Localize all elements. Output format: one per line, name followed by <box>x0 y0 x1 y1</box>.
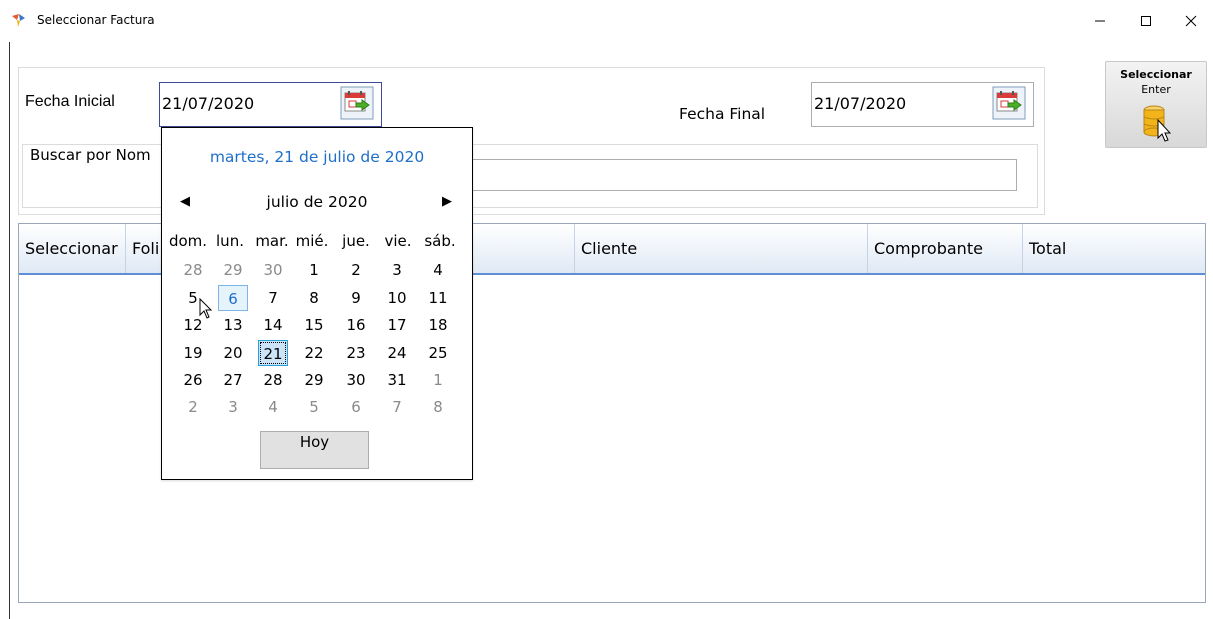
calendar-day[interactable]: 27 <box>218 367 248 393</box>
calendar-day[interactable]: 22 <box>299 340 329 366</box>
column-header-seleccionar[interactable]: Seleccionar <box>19 224 126 273</box>
buscar-label: Buscar por Nom <box>30 146 153 164</box>
calendar-day[interactable]: 3 <box>382 257 412 283</box>
seleccionar-button-shortcut: Enter <box>1141 83 1171 96</box>
calendar-dropdown-icon[interactable] <box>992 86 1026 120</box>
calendar-month-label[interactable]: julio de 2020 <box>162 193 472 211</box>
calendar-day[interactable]: 24 <box>382 340 412 366</box>
calendar-day[interactable]: 10 <box>382 285 412 311</box>
day-of-week-label: vie. <box>384 232 412 250</box>
fecha-inicial-value[interactable]: 21/07/2020 <box>162 94 254 113</box>
column-header-cliente[interactable]: Cliente <box>575 224 868 273</box>
day-of-week-label: sáb. <box>424 232 456 250</box>
fecha-inicial-label: Fecha Inicial <box>25 93 115 110</box>
calendar-day[interactable]: 13 <box>218 312 248 338</box>
calendar-day[interactable]: 16 <box>341 312 371 338</box>
calendar-day[interactable]: 30 <box>341 367 371 393</box>
calendar-day[interactable]: 23 <box>341 340 371 366</box>
calendar-day[interactable]: 15 <box>299 312 329 338</box>
maximize-icon <box>1141 16 1151 26</box>
calendar-day[interactable]: 1 <box>423 367 453 393</box>
column-header-total[interactable]: Total <box>1023 224 1205 273</box>
fecha-final-label: Fecha Final <box>679 105 766 123</box>
app-icon <box>12 14 25 27</box>
calendar-day[interactable]: 4 <box>258 394 288 420</box>
calendar-day[interactable]: 14 <box>258 312 288 338</box>
calendar-day[interactable]: 2 <box>341 257 371 283</box>
calendar-day[interactable]: 20 <box>218 340 248 366</box>
calendar-day[interactable]: 4 <box>423 257 453 283</box>
day-of-week-label: mar. <box>255 232 289 250</box>
calendar-day[interactable]: 5 <box>299 394 329 420</box>
calendar-day[interactable]: 7 <box>258 285 288 311</box>
calendar-day[interactable]: 11 <box>423 285 453 311</box>
column-header-comprobante[interactable]: Comprobante <box>868 224 1023 273</box>
maximize-button[interactable] <box>1123 0 1169 42</box>
calendar-day[interactable]: 31 <box>382 367 412 393</box>
seleccionar-button-label: Seleccionar <box>1120 68 1192 81</box>
calendar-day[interactable]: 28 <box>178 257 208 283</box>
calendar-day[interactable]: 8 <box>299 285 329 311</box>
hoy-button[interactable]: Hoy <box>260 431 369 469</box>
calendar-day[interactable]: 19 <box>178 340 208 366</box>
calendar-day[interactable]: 26 <box>178 367 208 393</box>
day-of-week-label: dom. <box>168 232 208 250</box>
calendar-day[interactable]: 21 <box>258 340 288 366</box>
seleccionar-button[interactable]: Seleccionar Enter <box>1105 61 1207 148</box>
day-of-week-label: mié. <box>295 232 329 250</box>
calendar-dropdown-icon[interactable] <box>340 86 374 120</box>
calendar-day[interactable]: 9 <box>341 285 371 311</box>
database-select-icon <box>1143 105 1172 142</box>
window-left-border <box>9 42 10 619</box>
calendar-day[interactable]: 29 <box>218 257 248 283</box>
calendar-day[interactable]: 18 <box>423 312 453 338</box>
calendar-day[interactable]: 28 <box>258 367 288 393</box>
mouse-cursor-icon <box>199 298 213 319</box>
close-button[interactable] <box>1168 0 1213 42</box>
calendar-day[interactable]: 30 <box>258 257 288 283</box>
calendar-day[interactable]: 3 <box>218 394 248 420</box>
calendar-day[interactable]: 7 <box>382 394 412 420</box>
minimize-icon <box>1095 20 1105 22</box>
fecha-final-picker[interactable]: 21/07/2020 <box>811 82 1034 127</box>
calendar-day[interactable]: 6 <box>218 285 248 311</box>
minimize-button[interactable] <box>1077 0 1123 42</box>
buscar-input[interactable] <box>470 159 1017 191</box>
close-icon <box>1185 15 1197 27</box>
day-of-week-label: jue. <box>342 232 370 250</box>
calendar-day[interactable]: 25 <box>423 340 453 366</box>
fecha-final-value[interactable]: 21/07/2020 <box>814 94 906 113</box>
calendar-day[interactable]: 8 <box>423 394 453 420</box>
window-title: Seleccionar Factura <box>37 13 155 27</box>
day-of-week-label: lun. <box>216 232 244 250</box>
calendar-day[interactable]: 29 <box>299 367 329 393</box>
fecha-inicial-picker[interactable]: 21/07/2020 <box>159 82 382 127</box>
calendar-today-link[interactable]: martes, 21 de julio de 2020 <box>162 148 472 166</box>
title-bar <box>0 0 1213 42</box>
calendar-day[interactable]: 2 <box>178 394 208 420</box>
calendar-day[interactable]: 1 <box>299 257 329 283</box>
next-month-icon[interactable]: ▶ <box>442 194 452 209</box>
calendar-day[interactable]: 6 <box>341 394 371 420</box>
calendar-day[interactable]: 17 <box>382 312 412 338</box>
